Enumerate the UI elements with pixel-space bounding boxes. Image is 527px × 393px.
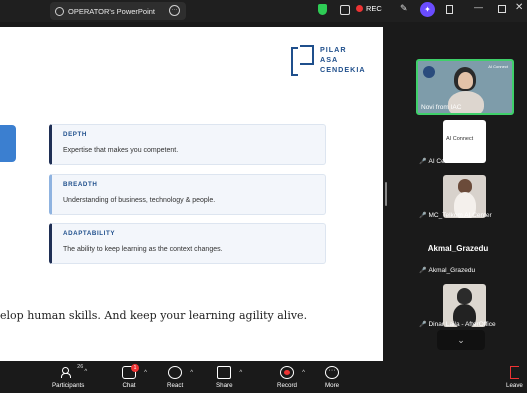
logo-line: CENDEKIA — [320, 65, 366, 74]
record-dot-icon — [356, 5, 363, 12]
tile-tag: AI Connect — [488, 64, 508, 69]
phone-icon[interactable] — [446, 5, 453, 14]
video-tile-main[interactable]: AI Connect Novi from IAC — [416, 59, 514, 115]
mic-muted-icon: 🎤 — [419, 268, 427, 274]
logo-mark-icon — [291, 45, 316, 76]
participant-name: 🎤 AI Center Bali — [419, 158, 469, 165]
shared-slide: PILAR ASA CENDEKIA DEPTH Expertise that … — [0, 27, 383, 361]
participant-name: 🎤 MC_Telkom AI Center — [419, 212, 492, 219]
card-adaptability: ADAPTABILITY The ability to keep learnin… — [49, 223, 326, 264]
chat-badge: 1 — [131, 364, 139, 372]
more-icon: ··· — [325, 366, 340, 379]
card-title: ADAPTABILITY — [63, 230, 116, 237]
participant-name: Novi from IAC — [421, 104, 462, 111]
minimize-icon[interactable]: — — [474, 2, 483, 12]
recording-indicator[interactable]: REC — [356, 4, 382, 13]
chevron-down-icon: ⌄ — [457, 335, 465, 345]
close-icon[interactable]: ✕ — [515, 2, 523, 13]
leave-label: Leave — [506, 382, 523, 389]
react-label: React — [167, 382, 184, 389]
participants-label: Participants — [52, 382, 85, 389]
participants-button[interactable]: 26 ^ Participants — [52, 364, 87, 389]
rec-label: REC — [366, 4, 382, 13]
card-breadth: BREADTH Understanding of business, techn… — [49, 174, 326, 215]
participants-count: 26 — [77, 364, 84, 370]
chat-label: Chat — [122, 382, 136, 389]
restore-icon[interactable] — [498, 5, 506, 13]
scroll-down-button[interactable]: ⌄ — [437, 330, 485, 350]
video-tile-ai-center-bali[interactable]: AI Connect — [443, 120, 486, 163]
card-body: Understanding of business, technology & … — [63, 197, 216, 204]
screen-share-icon — [55, 6, 64, 16]
mic-muted-icon: 🎤 — [419, 322, 427, 328]
chevron-up-icon[interactable]: ^ — [302, 370, 305, 376]
org-logo — [423, 66, 435, 78]
card-title: BREADTH — [63, 181, 98, 188]
title-bar: OPERATOR's PowerPoint ··· REC ✎ ✦ — ✕ — [0, 0, 527, 22]
person-face — [458, 179, 472, 193]
person-face — [458, 72, 473, 89]
ai-companion-icon[interactable]: ✦ — [420, 2, 435, 17]
chevron-up-icon[interactable]: ^ — [144, 370, 147, 376]
chevron-up-icon[interactable]: ^ — [239, 370, 242, 376]
card-body: Expertise that makes you competent. — [63, 147, 179, 154]
card-title: DEPTH — [63, 131, 87, 138]
react-icon: ^ — [168, 366, 193, 379]
person-face — [457, 288, 472, 304]
mic-muted-icon: 🎤 — [419, 159, 427, 165]
chat-icon: 1 ^ — [122, 364, 147, 379]
leave-icon — [509, 366, 519, 379]
annotate-icon[interactable]: ✎ — [400, 3, 408, 14]
leave-button[interactable]: Leave — [506, 366, 523, 389]
chevron-up-icon[interactable]: ^ — [190, 370, 193, 376]
participant-name: 🎤 Dinar Laila - AfterOffice — [419, 321, 496, 328]
share-screen-icon: ^ — [217, 366, 242, 379]
window-tab[interactable]: OPERATOR's PowerPoint ··· — [50, 2, 186, 20]
share-label: Share — [216, 382, 233, 389]
record-icon: ^ — [279, 366, 305, 379]
window-tab-title: OPERATOR's PowerPoint — [68, 6, 156, 16]
logo-line: ASA — [320, 55, 339, 64]
meeting-toolbar: 26 ^ Participants 1 ^ Chat ^ React ^ Sha… — [0, 362, 527, 393]
participants-icon: 26 ^ — [61, 364, 87, 379]
slide-quote: elop human skills. And keep your learnin… — [0, 309, 308, 322]
captions-icon[interactable] — [340, 5, 350, 15]
more-button[interactable]: ··· More — [325, 366, 339, 389]
card-depth: DEPTH Expertise that makes you competent… — [49, 124, 326, 165]
person-body — [448, 91, 484, 113]
share-button[interactable]: ^ Share — [216, 366, 242, 389]
chevron-up-icon[interactable]: ^ — [84, 369, 87, 375]
resize-handle[interactable] — [385, 182, 387, 206]
more-label: More — [325, 382, 340, 389]
card-body: The ability to keep learning as the cont… — [63, 246, 223, 253]
shield-icon[interactable] — [318, 4, 327, 15]
brand-logo: PILAR ASA CENDEKIA — [291, 45, 366, 76]
participants-panel: AI Connect Novi from IAC AI Connect 🎤 AI… — [389, 22, 527, 362]
record-label: Record — [277, 382, 297, 389]
logo-line: PILAR — [320, 45, 347, 54]
tile-logo-text: AI Connect — [446, 136, 474, 142]
more-icon[interactable]: ··· — [169, 5, 180, 16]
record-button[interactable]: ^ Record — [277, 366, 305, 389]
mic-muted-icon: 🎤 — [419, 213, 427, 219]
react-button[interactable]: ^ React — [167, 366, 193, 389]
chat-button[interactable]: 1 ^ Chat — [122, 364, 147, 389]
participant-name: 🎤 Akmal_Grazedu — [419, 267, 476, 274]
speaker-name: Akmal_Grazedu — [427, 244, 489, 253]
accent-block — [0, 125, 16, 162]
